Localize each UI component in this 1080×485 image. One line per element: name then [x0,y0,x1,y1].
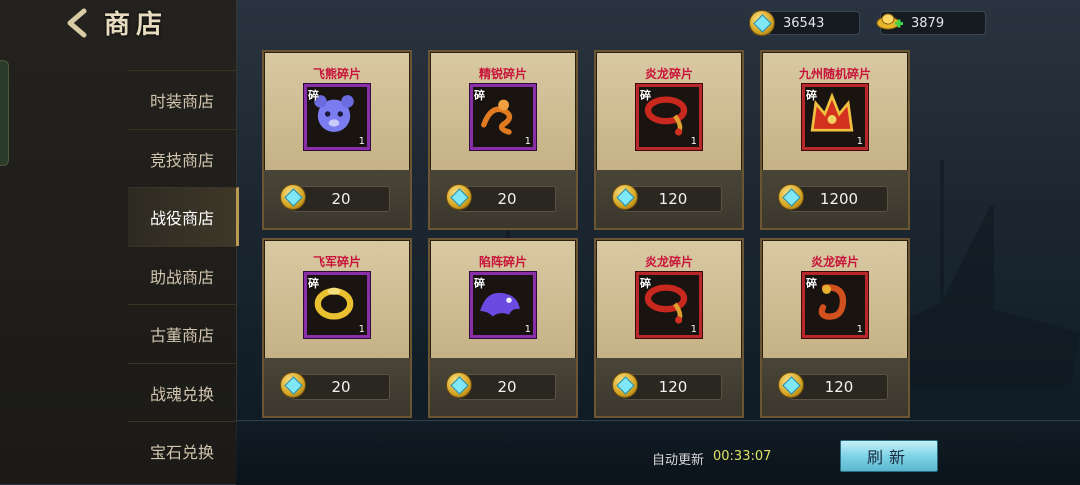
item-name: 精锐碎片 [478,67,527,81]
sidebar-item-label: 时装商店 [149,92,214,111]
sidebar-item[interactable]: 战魂兑换 [128,362,236,422]
fragment-tag: 碎 [474,89,485,102]
refresh-button[interactable]: 刷新 [840,440,938,472]
fragment-tag: 碎 [308,89,319,102]
item-slot[interactable]: 碎1 [802,272,868,338]
item-name: 飞军碎片 [312,255,361,269]
item-name: 炎龙碎片 [644,67,693,81]
item-slot[interactable]: 碎1 [304,272,370,338]
side-drawer-handle[interactable] [0,60,9,166]
diamond-coin-icon [446,184,472,210]
item-price-value: 1200 [819,190,859,208]
diamond-coin-icon [612,372,638,398]
shop-item-card[interactable]: 炎龙碎片碎 1 120 [760,238,910,418]
item-price[interactable]: 1200 [790,186,888,212]
diamond-value: 36543 [783,15,825,31]
sidebar-item-label: 竞技商店 [149,150,214,170]
item-price[interactable]: 20 [292,186,390,212]
shop-item-card[interactable]: 陷阵碎片碎 1 20 [428,238,578,418]
item-name: 陷阵碎片 [478,255,527,269]
item-quantity: 1 [524,324,531,335]
sidebar-item[interactable]: 战役商店 [128,187,239,246]
item-price-value: 120 [824,378,854,396]
fragment-tag: 碎 [308,277,319,290]
item-price[interactable]: 120 [624,186,722,212]
item-quantity: 1 [358,136,365,147]
diamond-coin-icon [612,184,638,210]
item-price-value: 20 [497,378,517,396]
shop-item-card[interactable]: 炎龙碎片碎 1 120 [594,238,744,418]
refresh-timer: 00:33:07 [713,449,772,464]
fragment-tag: 碎 [806,89,817,102]
diamond-coin-icon [778,184,804,210]
item-price[interactable]: 20 [458,186,556,212]
shop-item-card[interactable]: 九州随机碎片碎 1 1200 [760,50,910,230]
item-quantity: 1 [856,136,863,147]
gold-ingot-icon[interactable] [875,8,905,34]
shop-item-card[interactable]: 精锐碎片碎 1 20 [428,50,578,230]
auto-refresh-label: 自动更新 [652,453,705,468]
diamond-coin-icon [778,372,804,398]
item-price-value: 120 [658,190,688,208]
sidebar-item[interactable]: 助战商店 [128,245,236,305]
shop-item-card[interactable]: 飞熊碎片碎 1 20 [262,50,412,230]
fragment-tag: 碎 [640,89,651,102]
item-slot[interactable]: 碎1 [802,84,868,150]
item-name: 飞熊碎片 [312,67,361,81]
sidebar-item-label: 古董商店 [149,326,214,345]
sidebar-item-label: 宝石兑换 [149,443,214,462]
sidebar-item[interactable]: 时装商店 [128,70,236,129]
item-slot[interactable]: 碎1 [636,84,702,150]
fragment-tag: 碎 [806,277,817,290]
item-quantity: 1 [358,324,365,335]
sidebar-item-label: 战役商店 [149,209,214,228]
diamond-coin-icon [280,372,306,398]
sidebar-item[interactable]: 宝石兑换 [128,421,236,480]
item-price-value: 20 [331,190,351,208]
gold-counter: 3879 [876,11,986,35]
diamond-coin-icon [280,184,306,210]
item-quantity: 1 [856,324,863,335]
item-price[interactable]: 20 [292,374,390,400]
item-slot[interactable]: 碎1 [470,272,536,338]
shop-item-card[interactable]: 飞军碎片碎 1 20 [262,238,412,418]
fragment-tag: 碎 [640,277,651,290]
item-price[interactable]: 20 [458,374,556,400]
item-price-value: 120 [658,378,688,396]
fragment-tag: 碎 [474,277,485,290]
page-title: 商店 [104,10,169,40]
diamond-coin-icon [749,10,775,36]
item-price-value: 20 [497,190,517,208]
diamond-coin-icon [446,372,472,398]
item-quantity: 1 [524,136,531,147]
shop-item-card[interactable]: 炎龙碎片碎 1 120 [594,50,744,230]
item-quantity: 1 [690,136,697,147]
item-name: 炎龙碎片 [644,255,693,269]
sidebar-item-label: 助战商店 [149,267,214,287]
diamond-counter: 36543 [749,10,860,36]
item-slot[interactable]: 碎1 [304,84,370,150]
item-name: 炎龙碎片 [810,255,859,269]
item-slot[interactable]: 碎1 [636,272,702,338]
item-slot[interactable]: 碎1 [470,84,536,150]
back-arrow-icon[interactable] [62,8,92,38]
item-price[interactable]: 120 [790,374,888,400]
sidebar-item[interactable]: 竞技商店 [128,128,236,188]
item-price[interactable]: 120 [624,374,722,400]
sidebar-item[interactable]: 古董商店 [128,304,236,363]
sidebar-item-label: 战魂兑换 [149,384,214,404]
item-price-value: 20 [331,378,351,396]
shop-grid: 飞熊碎片碎 1 20 精锐碎片碎 1 20 炎龙碎片碎 1 120 九州随机碎片碎 1 1200 飞军碎… [236,36,1080,420]
item-name: 九州随机碎片 [798,67,871,81]
item-quantity: 1 [690,324,697,335]
gold-value: 3879 [911,15,945,31]
